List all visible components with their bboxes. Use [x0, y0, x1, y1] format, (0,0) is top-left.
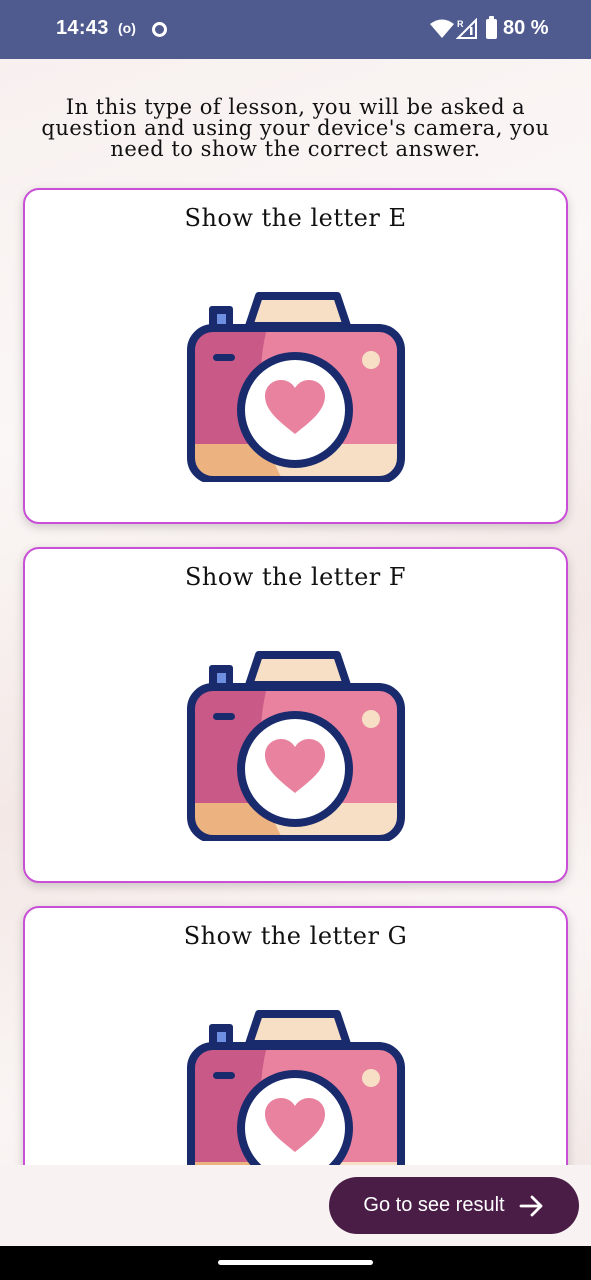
system-navigation-bar	[0, 1246, 591, 1280]
battery-level: 80 %	[503, 17, 549, 39]
status-time: 14:43	[56, 17, 109, 39]
signal-icon: R	[456, 18, 477, 39]
svg-text:R: R	[457, 19, 464, 29]
card-title: Show the letter G	[183, 922, 408, 950]
status-bar: 14:43 (o) R 80 %	[0, 0, 591, 59]
camera-heart-icon	[187, 288, 405, 482]
button-label: Go to see result	[363, 1194, 505, 1216]
card-title: Show the letter E	[184, 204, 407, 232]
home-gesture-handle[interactable]	[218, 1260, 373, 1265]
lesson-card-list[interactable]: Show the letter E Show the letter F Show…	[0, 170, 591, 1165]
camera-heart-icon	[187, 1006, 405, 1165]
camera-heart-icon	[187, 647, 405, 841]
battery-icon	[486, 16, 497, 39]
arrow-right-icon	[519, 1195, 542, 1216]
bottom-action-bar: Go to see result	[0, 1165, 591, 1246]
lesson-card-letter-e[interactable]: Show the letter E	[23, 188, 568, 524]
hotspot-icon: (o)	[118, 20, 136, 36]
go-to-result-button[interactable]: Go to see result	[329, 1177, 579, 1234]
card-title: Show the letter F	[184, 563, 407, 591]
lesson-card-letter-f[interactable]: Show the letter F	[23, 547, 568, 883]
record-icon	[152, 22, 167, 37]
lesson-instructions: In this type of lesson, you will be aske…	[41, 95, 550, 161]
lesson-card-letter-g[interactable]: Show the letter G	[23, 906, 568, 1165]
wifi-icon	[430, 19, 454, 38]
